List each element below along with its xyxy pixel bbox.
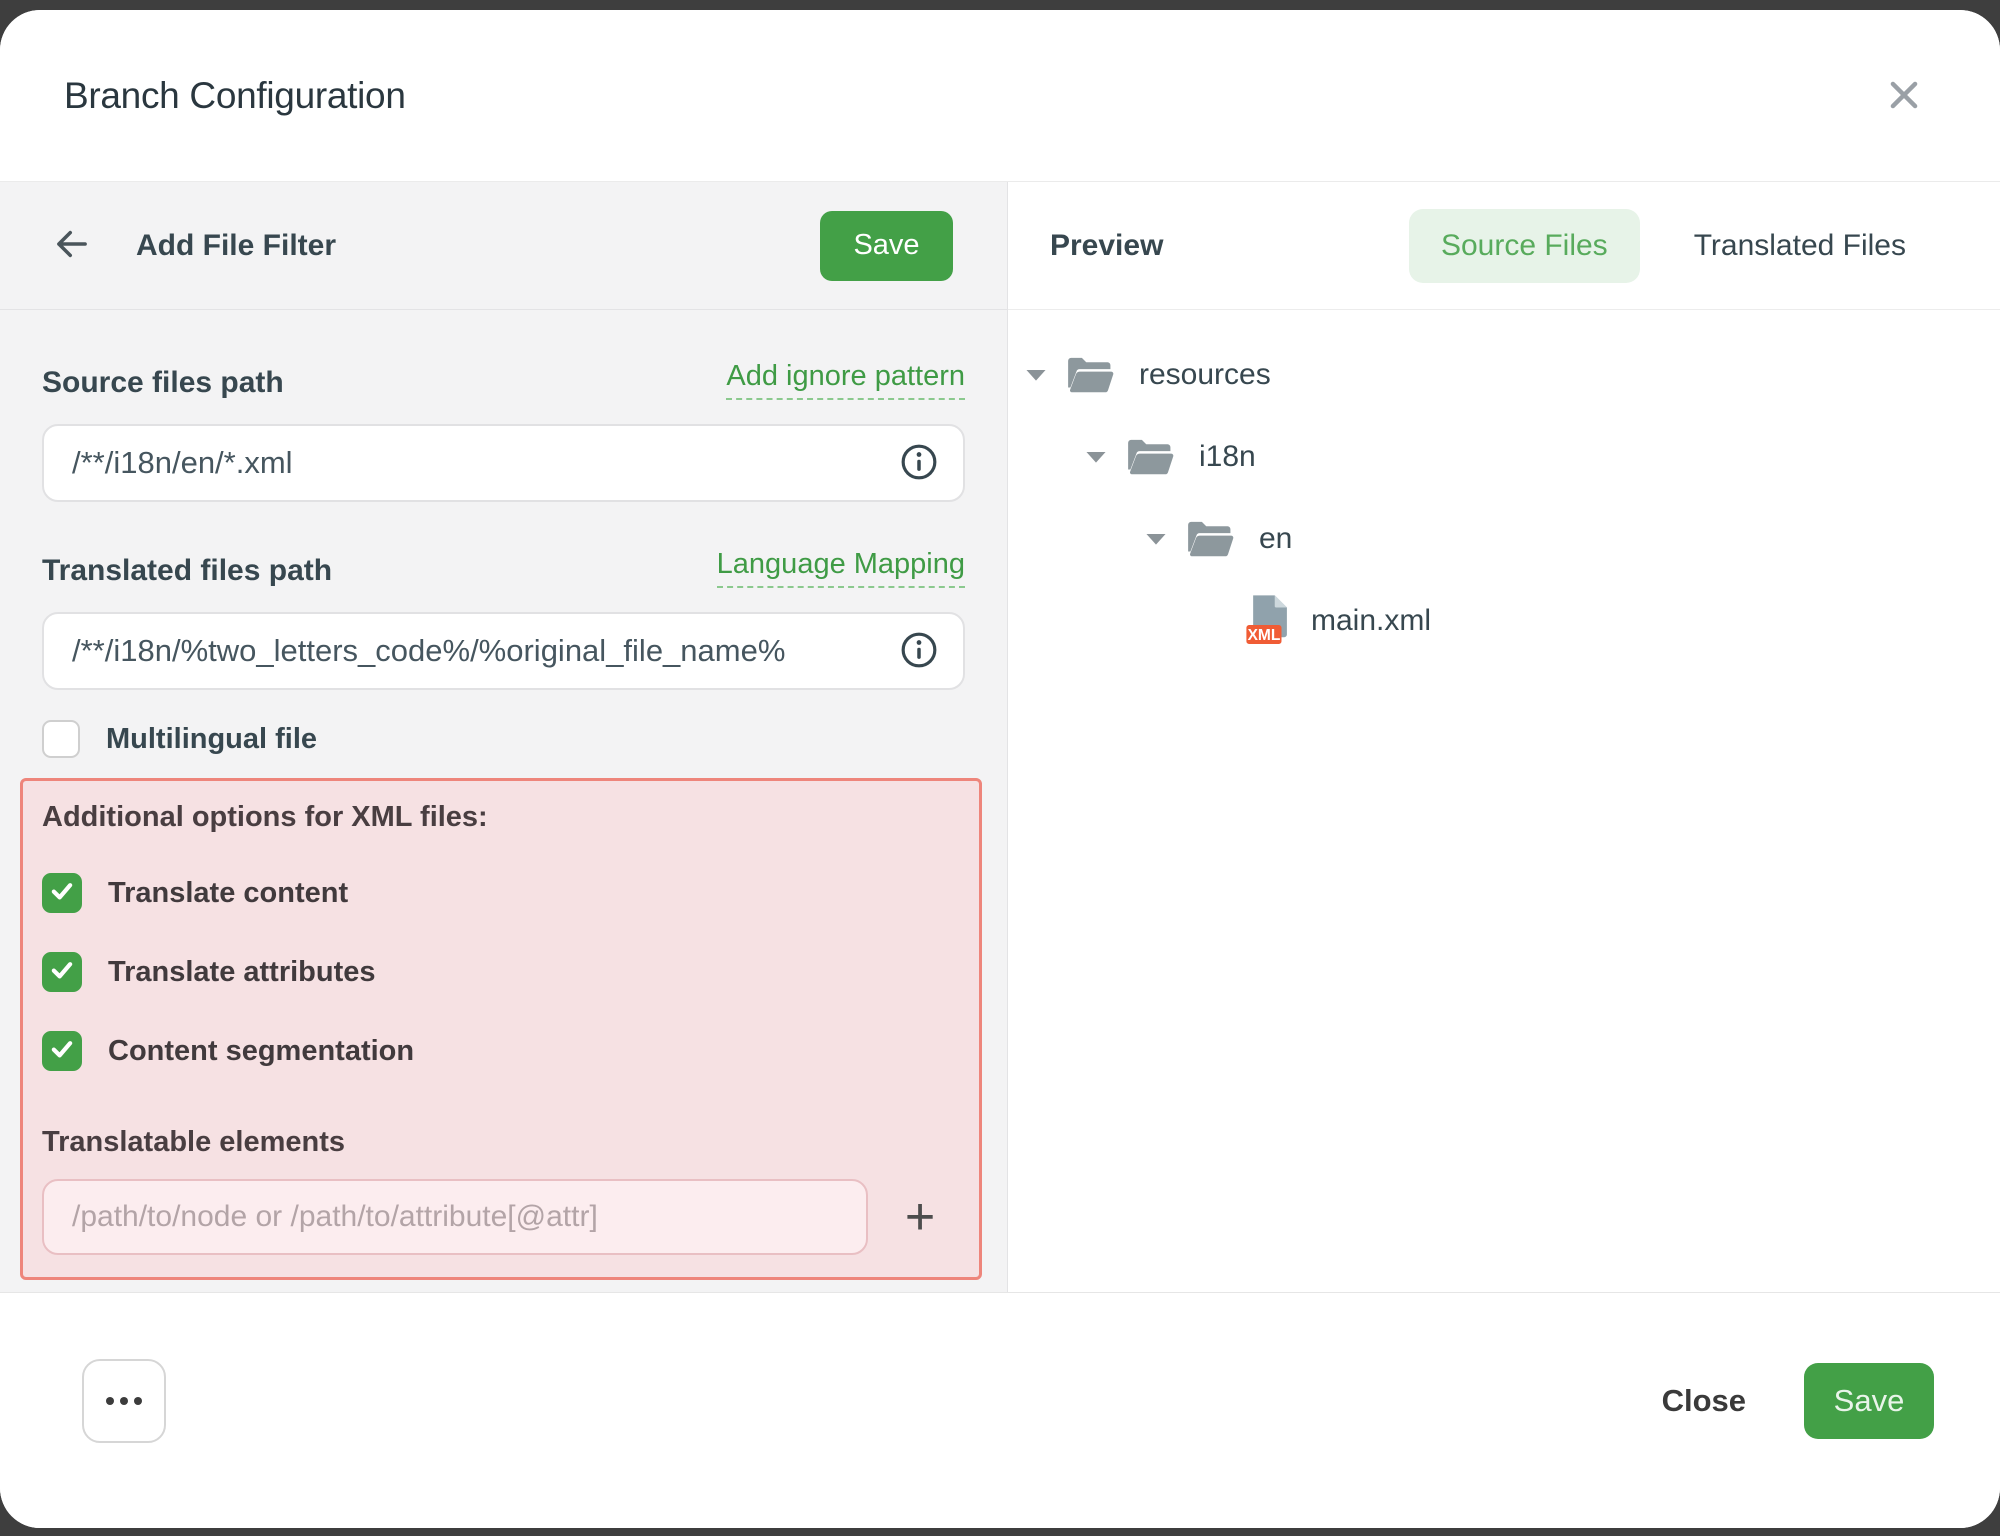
- translate-content-checkbox[interactable]: [42, 873, 82, 913]
- file-filter-toolbar: Add File Filter Save: [0, 182, 1007, 310]
- modal-save-button[interactable]: Save: [1804, 1363, 1934, 1439]
- multilingual-row: Multilingual file: [42, 720, 965, 758]
- tree-row-en[interactable]: en: [1025, 498, 1980, 580]
- folder-open-icon: [1125, 436, 1175, 478]
- tab-source-files[interactable]: Source Files: [1409, 209, 1640, 283]
- file-filter-form: Source files path Add ignore pattern: [0, 310, 1007, 1280]
- preview-panel: Preview Source Files Translated Files: [1008, 182, 2000, 1292]
- info-icon: [900, 443, 938, 484]
- language-mapping-link[interactable]: Language Mapping: [717, 548, 965, 588]
- translated-path-info-button[interactable]: [895, 627, 943, 675]
- add-element-button[interactable]: +: [890, 1187, 950, 1247]
- tree-label: resources: [1139, 358, 1271, 392]
- translatable-elements-input[interactable]: [42, 1179, 868, 1255]
- file-tree: resources i18n: [1008, 310, 2000, 662]
- branch-configuration-modal: Branch Configuration Add File Filter S: [0, 10, 2000, 1528]
- chevron-down-icon[interactable]: [1145, 532, 1167, 546]
- file-filter-panel: Add File Filter Save Source files path A…: [0, 182, 1008, 1292]
- chevron-down-icon[interactable]: [1025, 368, 1047, 382]
- close-icon: [1885, 76, 1923, 117]
- source-path-label-row: Source files path Add ignore pattern: [42, 360, 965, 400]
- preview-title: Preview: [1050, 229, 1163, 263]
- tree-row-resources[interactable]: resources: [1025, 334, 1980, 416]
- preview-toolbar: Preview Source Files Translated Files: [1008, 182, 2000, 310]
- translated-path-input[interactable]: [42, 612, 965, 690]
- tree-label: main.xml: [1311, 604, 1431, 638]
- source-path-label: Source files path: [42, 366, 284, 400]
- content-segmentation-label: Content segmentation: [108, 1035, 414, 1068]
- back-button[interactable]: [46, 220, 98, 272]
- translatable-elements-row: +: [42, 1179, 957, 1255]
- ellipsis-icon: [106, 1397, 142, 1405]
- modal-body: Add File Filter Save Source files path A…: [0, 182, 2000, 1292]
- folder-open-icon: [1065, 354, 1115, 396]
- multilingual-checkbox[interactable]: [42, 720, 80, 758]
- modal-footer: Close Save: [0, 1292, 2000, 1528]
- screen-background: Branch Configuration Add File Filter S: [0, 0, 2000, 1536]
- xml-options-title: Additional options for XML files:: [42, 801, 957, 834]
- tree-row-main-xml[interactable]: XML main.xml: [1025, 580, 1980, 662]
- info-icon: [900, 631, 938, 672]
- translate-attributes-label: Translate attributes: [108, 956, 376, 989]
- translate-content-row: Translate content: [42, 873, 957, 913]
- more-options-button[interactable]: [82, 1359, 166, 1443]
- multilingual-label: Multilingual file: [106, 723, 317, 756]
- checkmark-icon: [48, 956, 76, 989]
- xml-options-box: Additional options for XML files: Transl…: [20, 778, 982, 1280]
- translated-path-label: Translated files path: [42, 554, 332, 588]
- tab-translated-files[interactable]: Translated Files: [1662, 209, 1938, 283]
- translate-content-label: Translate content: [108, 877, 348, 910]
- xml-file-icon: XML: [1245, 594, 1291, 648]
- modal-close-button[interactable]: Close: [1662, 1383, 1746, 1419]
- arrow-left-icon: [51, 223, 93, 268]
- translate-attributes-row: Translate attributes: [42, 952, 957, 992]
- translate-attributes-checkbox[interactable]: [42, 952, 82, 992]
- content-segmentation-row: Content segmentation: [42, 1031, 957, 1071]
- filter-save-button[interactable]: Save: [820, 211, 953, 281]
- chevron-down-icon[interactable]: [1085, 450, 1107, 464]
- checkmark-icon: [48, 877, 76, 910]
- modal-header: Branch Configuration: [0, 10, 2000, 182]
- translated-path-label-row: Translated files path Language Mapping: [42, 548, 965, 588]
- checkmark-icon: [48, 1035, 76, 1068]
- source-path-input[interactable]: [42, 424, 965, 502]
- tree-label: i18n: [1199, 440, 1256, 474]
- close-button[interactable]: [1866, 58, 1942, 134]
- source-path-field: [42, 424, 965, 502]
- page-title: Branch Configuration: [64, 75, 406, 117]
- folder-open-icon: [1185, 518, 1235, 560]
- content-segmentation-checkbox[interactable]: [42, 1031, 82, 1071]
- tree-label: en: [1259, 522, 1292, 556]
- source-path-info-button[interactable]: [895, 439, 943, 487]
- panel-title: Add File Filter: [136, 229, 336, 263]
- translatable-elements-label: Translatable elements: [42, 1126, 957, 1159]
- add-ignore-pattern-link[interactable]: Add ignore pattern: [726, 360, 965, 400]
- tree-row-i18n[interactable]: i18n: [1025, 416, 1980, 498]
- translated-path-field: [42, 612, 965, 690]
- preview-tabs: Source Files Translated Files: [1409, 209, 1938, 283]
- xml-badge: XML: [1248, 627, 1281, 644]
